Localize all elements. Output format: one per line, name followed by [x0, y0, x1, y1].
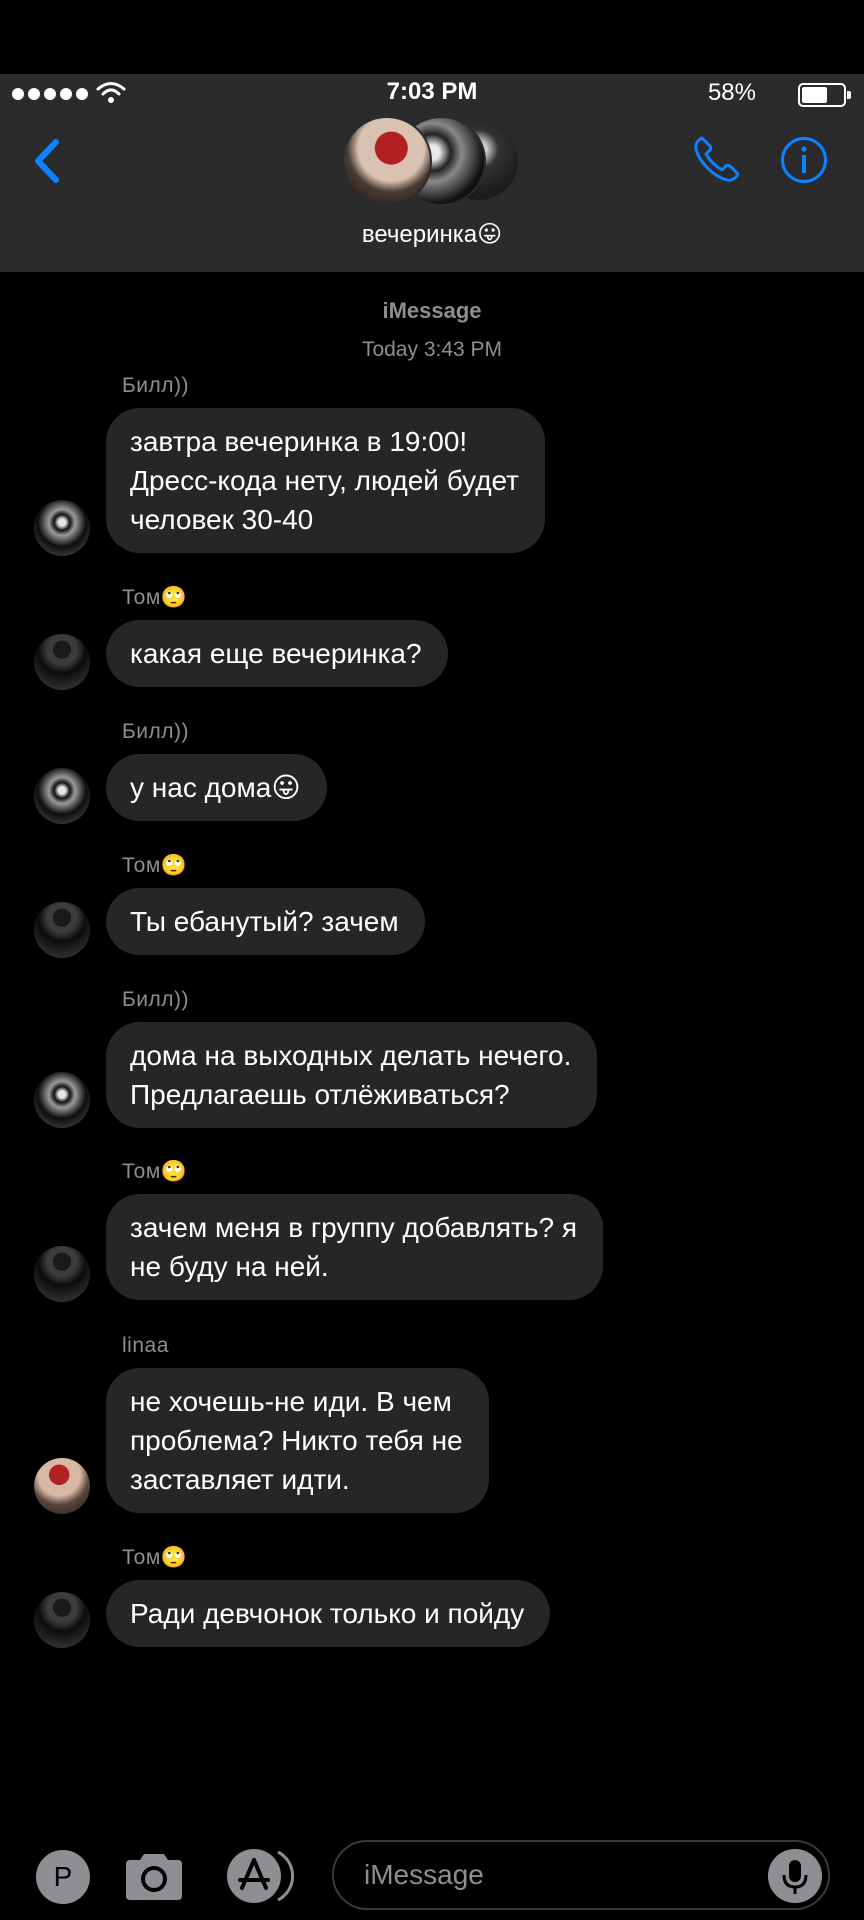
avatar[interactable] [34, 1592, 90, 1648]
avatar[interactable] [34, 1246, 90, 1302]
message-bubble[interactable]: Ради девчонок только и пойду [106, 1580, 551, 1647]
battery-icon [798, 83, 851, 107]
message-bubble[interactable]: какая еще вечеринка? [106, 620, 448, 687]
sender-name: linaa [122, 1334, 169, 1357]
sender-name: Том🙄 [122, 1546, 188, 1569]
conversation-timestamp: Today 3:43 PM [361, 338, 503, 361]
group-avatars[interactable] [342, 116, 522, 206]
avatar [342, 116, 432, 206]
sender-name: Том🙄 [122, 586, 188, 609]
service-label: iMessage [382, 298, 482, 323]
avatar[interactable] [34, 634, 90, 690]
message-bubble[interactable]: дома на выходных делать нечего. Предлага… [106, 1022, 598, 1128]
phone-icon[interactable] [690, 132, 744, 186]
avatar[interactable] [34, 768, 90, 824]
message-bubble[interactable]: зачем меня в группу добавлять? я не буду… [106, 1194, 603, 1300]
microphone-icon[interactable] [768, 1849, 822, 1903]
message-input[interactable]: iMessage [332, 1840, 830, 1910]
message-bubble[interactable]: Ты ебанутый? зачем [106, 888, 425, 955]
message-input-placeholder: iMessage [364, 1859, 484, 1890]
sender-name: Билл)) [122, 374, 190, 397]
avatar[interactable] [34, 902, 90, 958]
battery-percent: 58% [707, 79, 756, 106]
avatar[interactable] [34, 1458, 90, 1514]
app-store-icon[interactable] [226, 1848, 298, 1904]
sender-name: Билл)) [122, 720, 190, 743]
sender-name: Том🙄 [122, 1160, 188, 1183]
conversation-header: 7:03 PM 58% вечеринка😛 [0, 74, 864, 272]
sender-name: Том🙄 [122, 854, 188, 877]
back-chevron-icon[interactable] [28, 136, 68, 186]
avatar[interactable] [34, 1072, 90, 1128]
conversation-title[interactable]: вечеринка😛 [0, 220, 864, 249]
app-drawer-button[interactable]: P [36, 1850, 90, 1904]
message-bubble[interactable]: у нас дома😛 [106, 754, 327, 821]
avatar[interactable] [34, 500, 90, 556]
info-icon[interactable] [780, 136, 828, 184]
top-bezel [0, 0, 864, 74]
status-bar: 7:03 PM 58% [0, 74, 864, 114]
sender-name: Билл)) [122, 988, 190, 1011]
camera-icon[interactable] [122, 1850, 186, 1904]
message-bubble[interactable]: не хочешь-не иди. В чем проблема? Никто … [106, 1368, 489, 1513]
message-bubble[interactable]: завтра вечеринка в 19:00! Дресс-кода нет… [106, 408, 545, 553]
